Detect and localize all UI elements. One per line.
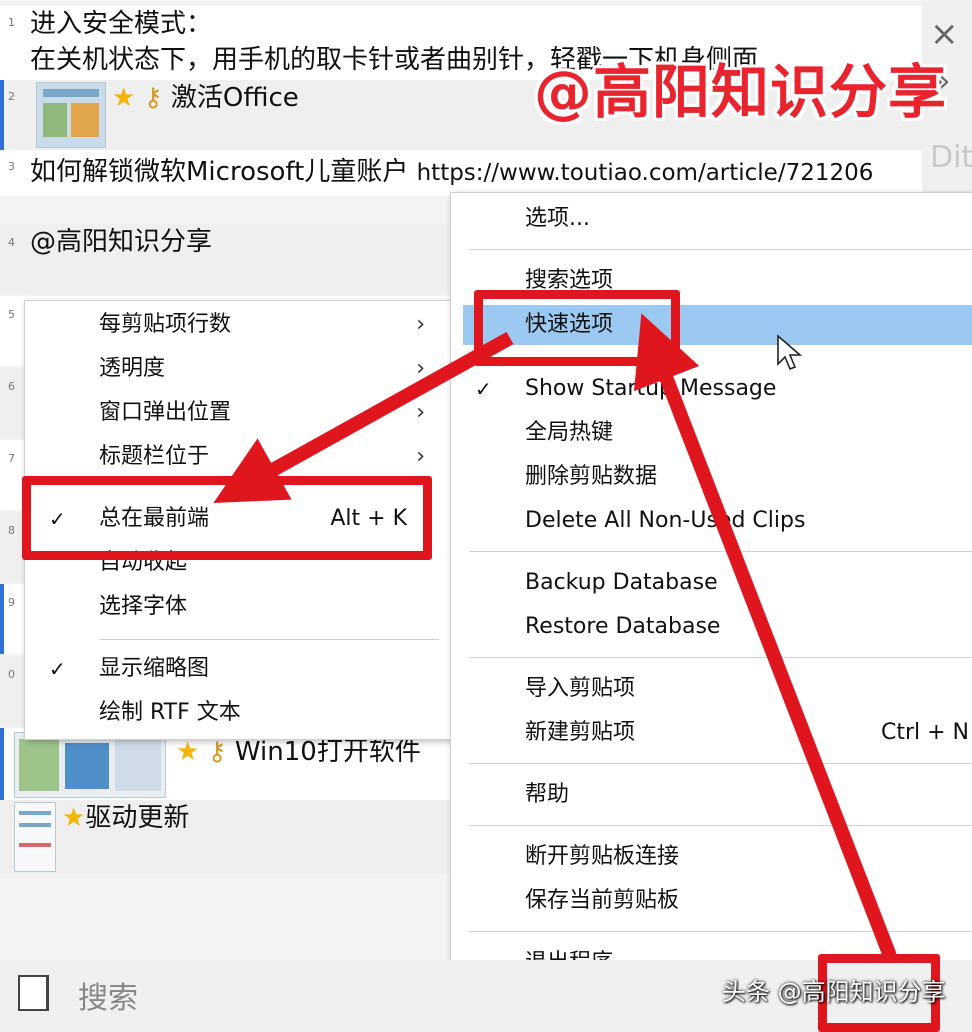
clip-text: Win10打开软件 [234, 737, 421, 767]
mouse-cursor-icon [777, 334, 802, 371]
menu-item-delete-clip-data[interactable]: 删除剪贴数据 [451, 457, 972, 497]
clip-number: 2 [8, 90, 15, 103]
watermark-text: @高阳知识分享 [534, 58, 948, 126]
clip-number: 6 [8, 380, 15, 393]
star-icon: ★ [176, 737, 200, 767]
checkmark-icon: ✓ [49, 657, 66, 681]
chevron-right-icon: › [416, 312, 425, 337]
menu-item-show-startup-message[interactable]: ✓ Show Startup Message [451, 369, 972, 409]
clip-url: https://www.toutiao.com/article/721206 [416, 160, 874, 186]
chevron-right-icon: › [416, 444, 425, 469]
menu-item-restore-database[interactable]: Restore Database [451, 607, 972, 647]
clip-number: 5 [8, 308, 15, 321]
app-title: Dit [930, 140, 972, 175]
clip-number: 0 [8, 668, 15, 681]
menu-separator [469, 931, 972, 932]
menu-item-options[interactable]: 选项... [451, 199, 972, 239]
menu-item-new-clip[interactable]: 新建剪贴项 Ctrl + N [451, 713, 972, 753]
clip-number: 3 [8, 160, 15, 173]
menu-item-draw-rtf[interactable]: 绘制 RTF 文本 [25, 693, 453, 733]
clip-text: 如何解锁微软Microsoft儿童账户 [30, 157, 409, 187]
clip-number: 4 [8, 236, 15, 249]
clip-text: @高阳知识分享 [30, 227, 213, 257]
star-icon: ★ [62, 803, 86, 833]
clip-number: 1 [8, 16, 15, 29]
clip-thumbnail [36, 82, 106, 148]
clip-number: 7 [8, 452, 15, 465]
menu-separator [469, 249, 972, 250]
menu-item-backup-database[interactable]: Backup Database [451, 563, 972, 603]
annotation-box-quick-options [474, 290, 680, 366]
annotation-box-always-on-top [22, 476, 432, 560]
menu-item-show-thumbnails[interactable]: ✓ 显示缩略图 [25, 649, 453, 689]
star-icon: ★ [112, 83, 136, 113]
clip-number: 9 [8, 596, 15, 609]
menu-item-caption-position[interactable]: 标题栏位于 › [25, 437, 453, 477]
key-icon: ⚷ [207, 737, 227, 767]
menu-item-global-hotkeys[interactable]: 全局热键 [451, 413, 972, 453]
selection-bar [0, 584, 4, 654]
selection-bar [0, 728, 4, 800]
menu-separator [99, 639, 439, 640]
menu-item-disconnect-clipboard[interactable]: 断开剪贴板连接 [451, 837, 972, 877]
clip-thumbnail [14, 732, 166, 798]
credit-text: 头条 @高阳知识分享 [722, 978, 946, 1006]
menu-separator [469, 825, 972, 826]
search-input[interactable]: 搜索 [78, 973, 138, 1017]
clip-text-line1: 进入安全模式： [30, 9, 213, 39]
selection-bar [0, 80, 4, 150]
checkmark-icon: ✓ [475, 377, 492, 401]
menu-item-help[interactable]: 帮助 [451, 775, 972, 815]
menu-separator [469, 657, 972, 658]
clip-thumbnail [14, 802, 56, 872]
chevron-right-icon: › [416, 400, 425, 425]
menu-item-import-clips[interactable]: 导入剪贴项 [451, 669, 972, 709]
menu-separator [469, 763, 972, 764]
menu-item-delete-unused-clips[interactable]: Delete All Non-Used Clips [451, 501, 972, 541]
menu-item-popup-position[interactable]: 窗口弹出位置 › [25, 393, 453, 433]
clip-text: 驱动更新 [85, 803, 190, 833]
clip-number: 8 [8, 524, 15, 537]
menu-item-select-font[interactable]: 选择字体 [25, 587, 453, 627]
clip-text: 激活Office [170, 83, 299, 113]
menu-item-lines-per-clip[interactable]: 每剪贴项行数 › [25, 305, 453, 345]
menu-separator [469, 551, 972, 552]
menu-item-save-current-clipboard[interactable]: 保存当前剪贴板 [451, 881, 972, 921]
key-icon: ⚷ [143, 83, 163, 113]
chevron-right-icon: › [416, 356, 425, 381]
menu-item-transparency[interactable]: 透明度 › [25, 349, 453, 389]
clip-row-3[interactable]: 3 如何解锁微软Microsoft儿童账户 https://www.toutia… [0, 150, 922, 196]
shortcut-text: Ctrl + N [880, 720, 969, 745]
document-icon[interactable] [18, 975, 49, 1011]
